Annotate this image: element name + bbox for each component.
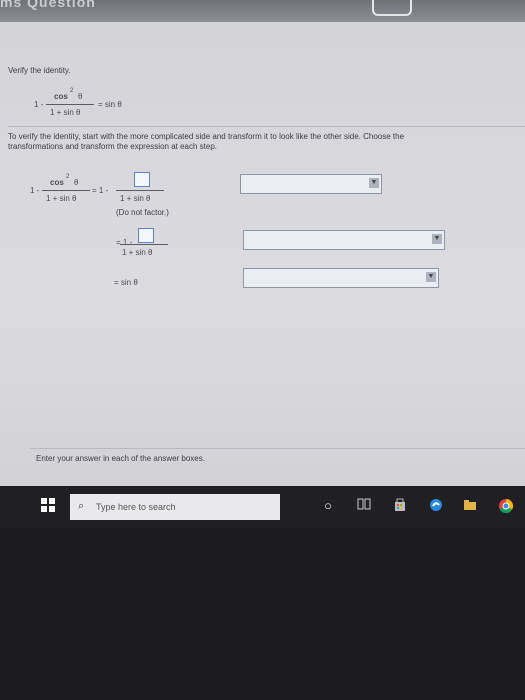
screen: ms Question Verify the identity. 1 - cos… [0,0,525,528]
step3-transformation-dropdown[interactable]: ▼ [243,268,439,288]
store-icon[interactable] [392,498,408,514]
identity-denominator: 1 + sin θ [50,108,81,117]
step1-rhs-fraction-bar [116,190,164,191]
window-topbar: ms Question [0,0,525,22]
identity-lhs-prefix: 1 - [34,100,44,109]
step1-denominator: 1 + sin θ [46,194,77,203]
cortana-icon[interactable]: ○ [320,498,336,514]
step3-result: = sin θ [114,278,138,287]
window-title: ms Question [0,0,96,10]
step2-denominator: 1 + sin θ [122,248,153,257]
search-icon: ⌕ [78,500,85,512]
question-content: Verify the identity. 1 - cos 2 θ 1 + sin… [0,22,525,486]
step1-rhs-denominator: 1 + sin θ [120,194,151,203]
chrome-browser-icon[interactable] [498,498,514,514]
identity-numerator-var: θ [78,92,83,101]
identity-exponent: 2 [70,88,74,94]
step2-equals: = 1 - [116,238,133,247]
dropdown-arrow-icon[interactable]: ▼ [432,234,442,244]
step1-numerator: cos [50,178,64,187]
step2-transformation-dropdown[interactable]: ▼ [243,230,445,250]
taskbar: ⌕ Type here to search ○ [0,486,525,528]
footer-divider [30,448,525,449]
tab-shape [372,0,412,16]
taskbar-search-box[interactable]: ⌕ Type here to search [70,494,280,520]
step1-equals: = 1 - [92,186,109,195]
windows-start-icon[interactable] [40,498,56,514]
file-explorer-icon[interactable] [462,498,478,514]
dropdown-arrow-icon[interactable]: ▼ [369,178,379,188]
step2-fraction-bar [120,244,168,245]
step1-transformation-dropdown[interactable]: ▼ [240,174,382,194]
search-placeholder: Type here to search [96,502,176,512]
answer-hint: Enter your answer in each of the answer … [36,454,205,463]
edge-browser-icon[interactable] [428,498,444,514]
instruction-line-2: transformations and transform the expres… [8,142,217,151]
instruction-line-1: To verify the identity, start with the m… [8,132,405,141]
dropdown-arrow-icon[interactable]: ▼ [426,272,436,282]
step1-exponent: 2 [66,174,70,180]
identity-numerator: cos [54,92,68,101]
step1-fraction-bar [42,190,90,191]
identity-fraction-bar [46,104,94,105]
step1-lhs-prefix: 1 - [30,186,40,195]
step1-numerator-answer-box[interactable] [134,172,150,187]
step2-numerator-answer-box[interactable] [138,228,154,243]
identity-rhs: = sin θ [98,100,122,109]
step1-numerator-var: θ [74,178,79,187]
prompt-text: Verify the identity. [8,66,71,75]
step1-note: (Do not factor.) [116,208,169,217]
task-view-icon[interactable] [356,498,372,514]
section-divider [8,126,525,127]
